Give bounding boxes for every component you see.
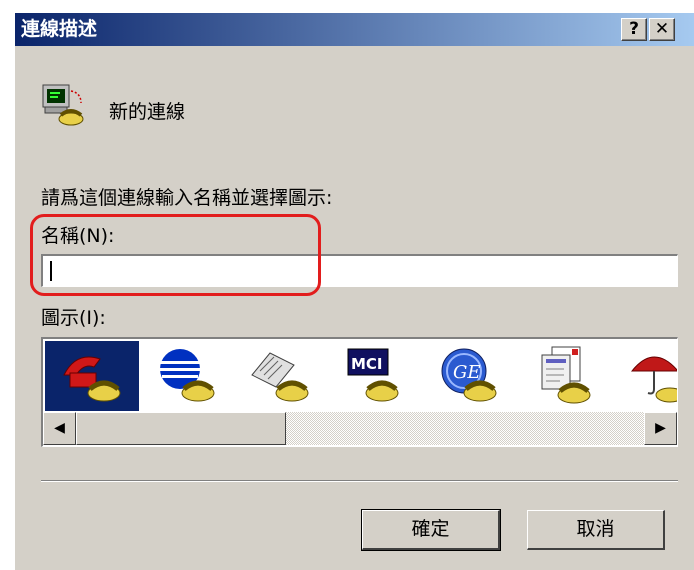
help-button[interactable]: ? — [621, 18, 647, 41]
icon-label: 圖示(I): — [41, 307, 106, 329]
name-prompt: 請爲這個連線輸入名稱並選擇圖示: — [41, 187, 333, 209]
icon-option-mci[interactable]: MCI — [327, 341, 421, 411]
icon-list[interactable]: MCI GE ◀ ▶ — [41, 337, 678, 447]
scroll-right-button[interactable]: ▶ — [644, 412, 677, 445]
horizontal-scrollbar[interactable]: ◀ ▶ — [43, 412, 677, 445]
umbrella-phone-icon — [630, 356, 677, 403]
window-title: 連線描述 — [21, 18, 98, 40]
scroll-left-button[interactable]: ◀ — [43, 412, 76, 445]
ge-phone-icon: GE — [441, 348, 497, 402]
documents-phone-icon — [541, 346, 591, 404]
fax-phone-icon — [251, 352, 309, 402]
mci-phone-icon: MCI — [347, 348, 399, 402]
icon-option-globe[interactable] — [139, 341, 233, 411]
highlight-annotation — [30, 214, 321, 296]
ge-text: GE — [453, 362, 481, 383]
scroll-thumb[interactable] — [76, 412, 286, 445]
separator — [41, 480, 678, 482]
connection-description-dialog: 連線描述 ? ✕ 新的連線 請爲這個連線輸入名稱並選擇圖示: 名稱(N): 圖示… — [14, 12, 694, 570]
phone-computer-icon — [42, 84, 84, 126]
icon-option-umbrella[interactable] — [609, 341, 677, 411]
cancel-button[interactable]: 取消 — [527, 510, 665, 550]
red-phone-icon — [63, 356, 121, 402]
icon-option-fax[interactable] — [233, 341, 327, 411]
ok-button[interactable]: 確定 — [361, 509, 501, 551]
close-button[interactable]: ✕ — [649, 18, 675, 41]
icon-option-ge[interactable]: GE — [421, 341, 515, 411]
title-bar[interactable]: 連線描述 ? ✕ — [15, 13, 694, 46]
mci-text: MCI — [351, 355, 383, 373]
globe-phone-icon — [160, 349, 215, 402]
icon-option-documents[interactable] — [515, 341, 609, 411]
icon-option-red-phone[interactable] — [45, 341, 139, 411]
connection-name: 新的連線 — [109, 101, 186, 123]
